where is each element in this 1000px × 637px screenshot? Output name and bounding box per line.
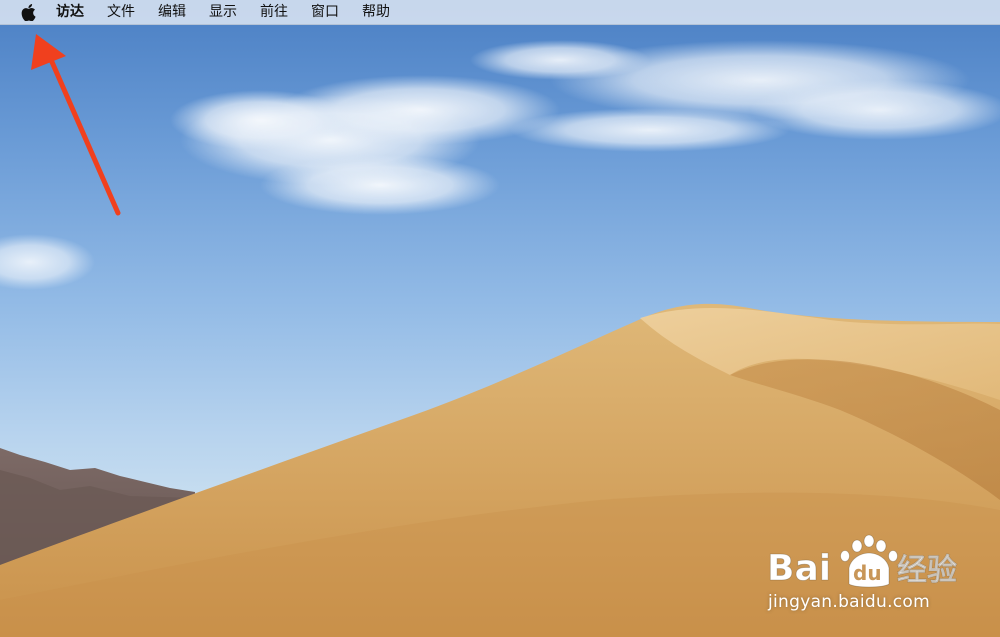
menu-bar: 访达 文件 编辑 显示 前往 窗口 帮助 [0, 0, 1000, 25]
desktop-screen: 访达 文件 编辑 显示 前往 窗口 帮助 Bai 经验 du jingyan.b… [0, 0, 1000, 637]
cloud-right [470, 40, 1000, 152]
cloud-left [0, 234, 95, 290]
cloud-large [170, 75, 560, 215]
watermark-url: jingyan.baidu.com [768, 592, 930, 612]
desktop-wallpaper [0, 40, 1000, 637]
menu-finder[interactable]: 访达 [56, 0, 84, 25]
menu-help[interactable]: 帮助 [362, 0, 390, 25]
menu-file[interactable]: 文件 [107, 0, 135, 25]
menu-go[interactable]: 前往 [260, 0, 288, 25]
menu-window[interactable]: 窗口 [311, 0, 339, 25]
menu-view[interactable]: 显示 [209, 0, 237, 25]
menu-edit[interactable]: 编辑 [158, 0, 186, 25]
apple-logo-icon[interactable] [18, 0, 38, 25]
